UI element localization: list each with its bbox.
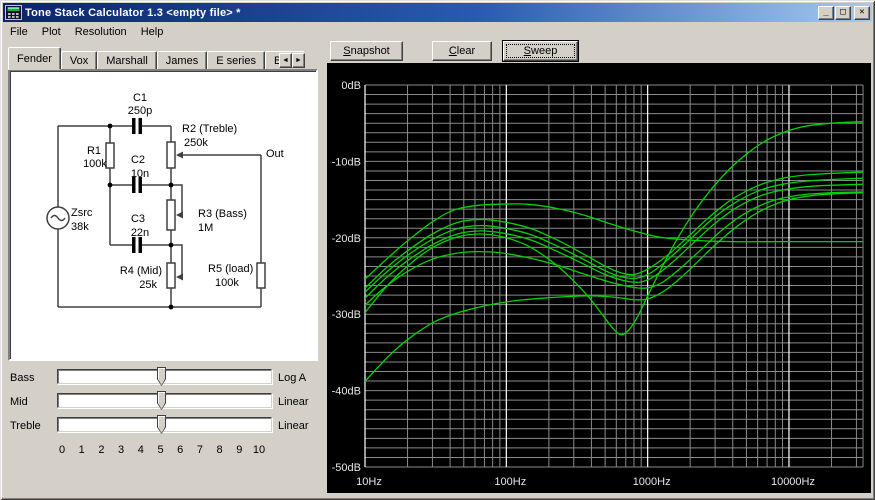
circuit-label: 38k: [71, 221, 89, 233]
circuit-label: R3 (Bass): [198, 208, 247, 220]
tab-marshall[interactable]: Marshall: [97, 51, 157, 70]
minimize-button[interactable]: _: [818, 5, 834, 20]
bass-taper-label: Log A: [278, 372, 307, 384]
axis-tick-label: 1000Hz: [633, 476, 671, 488]
circuit-label: C2: [131, 154, 145, 166]
treble-label: Treble: [10, 420, 41, 432]
scale-number: 4: [137, 444, 144, 456]
scale-number: 8: [216, 444, 223, 456]
circuit-label: C1: [133, 92, 147, 104]
scale-number: 1: [78, 444, 85, 456]
circuit-label: 100k: [83, 158, 107, 170]
circuit-label: R4 (Mid): [120, 265, 162, 277]
tab-scroll-right-icon[interactable]: ►: [292, 53, 305, 68]
circuit-label: R2 (Treble): [182, 123, 237, 135]
axis-tick-label: -40dB: [332, 386, 361, 398]
menu-file[interactable]: File: [3, 24, 35, 40]
menu-resolution[interactable]: Resolution: [68, 24, 134, 40]
scale-number: 0: [58, 444, 66, 456]
circuit-label: Zsrc: [71, 207, 93, 219]
mid-taper-label: Linear: [278, 396, 309, 408]
scale-number: 9: [236, 444, 243, 456]
tab-strip: FenderVoxMarshallJamesE seriesBenc: [8, 47, 304, 70]
bass-slider[interactable]: [57, 367, 272, 386]
scale-number: 3: [118, 444, 125, 456]
axis-tick-label: 10000Hz: [771, 476, 815, 488]
tab-fender[interactable]: Fender: [8, 47, 61, 70]
snapshot-button[interactable]: Snapshot: [330, 41, 403, 61]
treble-slider-thumb[interactable]: [157, 415, 166, 434]
axis-tick-label: 0dB: [341, 80, 361, 92]
tab-e-series[interactable]: E series: [207, 51, 265, 70]
circuit-label: 22n: [131, 227, 149, 239]
circuit-label: C3: [131, 213, 145, 225]
circuit-label: Out: [266, 148, 284, 160]
scale-number: 7: [196, 444, 203, 456]
frequency-response-plot: 0dB -10dB -20dB -30dB -40dB -50dB 10Hz 100Hz 100…: [327, 63, 871, 493]
treble-taper-label: Linear: [278, 420, 309, 432]
circuit-label: 1M: [198, 222, 213, 234]
circuit-diagram: C1250pR2 (Treble)250kOutR1100k C210nZsrc3…: [46, 92, 284, 310]
response-curve-sweep-3: [365, 177, 864, 293]
menu-help[interactable]: Help: [134, 24, 171, 40]
app-icon: [5, 5, 22, 20]
treble-slider[interactable]: [57, 415, 272, 434]
scale-number: 2: [98, 444, 105, 456]
axis-tick-label: -30dB: [332, 309, 361, 321]
axis-tick-label: -50dB: [332, 462, 361, 474]
window-title: Tone Stack Calculator 1.3 <empty file> *: [25, 6, 241, 19]
tab-vox[interactable]: Vox: [60, 51, 98, 70]
sweep-button[interactable]: Sweep: [503, 41, 578, 61]
bass-slider-thumb[interactable]: [157, 367, 166, 386]
mid-slider-thumb[interactable]: [157, 391, 166, 410]
mid-slider[interactable]: [57, 391, 272, 410]
tab-scroll-arrows: ◄ ►: [279, 53, 305, 68]
mid-label: Mid: [10, 396, 28, 408]
menu-plot[interactable]: Plot: [35, 24, 68, 40]
axis-tick-label: -10dB: [332, 156, 361, 168]
menu-bar: File Plot Resolution Help: [3, 23, 872, 41]
circuit-label: R1: [87, 145, 101, 157]
circuit-label: 250p: [128, 105, 152, 117]
title-bar[interactable]: Tone Stack Calculator 1.3 <empty file> *…: [3, 3, 872, 22]
maximize-button[interactable]: □: [835, 5, 851, 20]
close-button[interactable]: ✕: [854, 5, 870, 20]
clear-button[interactable]: Clear: [432, 41, 492, 61]
circuit-label: 250k: [184, 137, 208, 149]
circuit-label: R5 (load): [208, 263, 253, 275]
response-curve-sweep-7: [365, 192, 864, 382]
tab-scroll-left-icon[interactable]: ◄: [279, 53, 292, 68]
circuit-label: 10n: [131, 168, 149, 180]
scale-number: 6: [177, 444, 184, 456]
bass-label: Bass: [10, 372, 35, 384]
circuit-label: 100k: [215, 277, 239, 289]
scale-number: 5: [157, 444, 164, 456]
app-window: Tone Stack Calculator 1.3 <empty file> *…: [0, 0, 875, 500]
circuit-label: 25k: [139, 279, 157, 291]
scale-number: 10: [252, 444, 266, 456]
tab-james[interactable]: James: [156, 51, 208, 70]
axis-tick-label: 10Hz: [356, 476, 382, 488]
axis-tick-label: -20dB: [332, 233, 361, 245]
axis-tick-label: 100Hz: [494, 476, 526, 488]
